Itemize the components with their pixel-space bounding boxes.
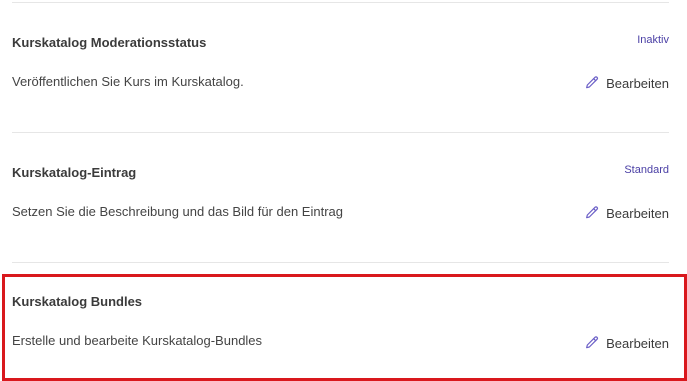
divider [12,262,669,263]
pencil-icon [584,205,600,221]
divider [12,132,669,133]
edit-button[interactable]: Bearbeiten [584,205,669,221]
section-description: Veröffentlichen Sie Kurs im Kurskatalog. [12,74,244,89]
section-description: Erstelle und bearbeite Kurskatalog-Bundl… [12,333,263,348]
edit-button-label: Bearbeiten [606,205,669,221]
section-title: Kurskatalog Bundles [12,294,143,309]
divider-top [12,2,669,3]
pencil-icon [584,75,600,91]
edit-button[interactable]: Bearbeiten [584,75,669,91]
section-title: Kurskatalog Moderationsstatus [12,35,207,50]
status-badge: Standard [624,164,669,176]
pencil-icon [584,335,600,351]
edit-button-label: Bearbeiten [606,75,669,91]
highlight-box [2,274,687,381]
section-description: Setzen Sie die Beschreibung und das Bild… [12,204,343,219]
section-title: Kurskatalog-Eintrag [12,165,137,180]
edit-button-label: Bearbeiten [606,335,669,351]
status-badge: Inaktiv [637,34,669,46]
edit-button[interactable]: Bearbeiten [584,335,669,351]
